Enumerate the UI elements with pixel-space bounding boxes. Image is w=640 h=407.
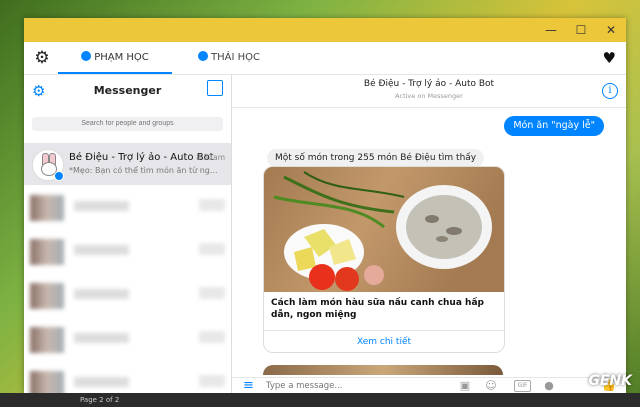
sidebar-title: Messenger	[93, 84, 162, 97]
title-bar: — ☐ ✕	[24, 18, 626, 42]
blurred-text	[74, 377, 129, 387]
taskbar: Page 2 of 2	[0, 393, 640, 407]
microphone-icon[interactable]: ●	[542, 379, 556, 393]
blurred-avatar	[30, 371, 64, 393]
messenger-icon	[198, 51, 208, 61]
image-icon[interactable]: ▣	[458, 379, 472, 393]
message-input[interactable]	[266, 380, 446, 392]
search-input[interactable]	[32, 117, 223, 131]
blurred-text	[74, 333, 129, 343]
next-card-peek[interactable]	[263, 365, 503, 375]
compose-icon[interactable]	[207, 80, 223, 96]
blurred-text	[74, 201, 129, 211]
blurred-time	[199, 243, 225, 255]
food-photo	[264, 167, 504, 292]
blurred-time	[199, 331, 225, 343]
blurred-time	[199, 199, 225, 211]
blurred-avatar	[30, 327, 64, 353]
minimize-button[interactable]: —	[536, 18, 566, 42]
list-item[interactable]	[24, 363, 231, 393]
tab-pham-hoc[interactable]: PHẠM HỌC	[58, 42, 172, 74]
maximize-button[interactable]: ☐	[566, 18, 596, 42]
blurred-time	[199, 287, 225, 299]
menu-icon[interactable]: ≡	[243, 378, 254, 394]
conversation-name: Bé Điệu - Trợ lý ảo - Auto Bot	[69, 152, 214, 163]
tab-label: PHẠM HỌC	[94, 52, 149, 63]
conversation-time: 8:31am	[196, 153, 225, 162]
messenger-icon	[81, 51, 92, 61]
conversation-sidebar: ⚙ Messenger Bé Điệu - Trợ lý ảo - Auto B…	[24, 75, 232, 393]
blurred-avatar	[30, 283, 64, 309]
gif-button[interactable]: GIF	[514, 380, 531, 392]
blurred-avatar	[30, 239, 64, 265]
blurred-text	[74, 289, 129, 299]
chat-contact-status: Active on Messenger	[395, 92, 463, 100]
close-button[interactable]: ✕	[596, 18, 626, 42]
view-details-link[interactable]: Xem chi tiết	[264, 330, 504, 352]
conversation-preview: *Mẹo: Bạn có thể tìm món ăn từ ng...	[69, 166, 218, 175]
info-icon[interactable]: i	[602, 83, 618, 99]
gear-icon[interactable]: ⚙	[32, 48, 52, 68]
taskbar-status: Page 2 of 2	[80, 396, 120, 404]
account-tab-bar: ⚙ PHẠM HỌC THÁI HỌC ♥	[24, 42, 626, 75]
watermark-logo: GENK	[588, 373, 632, 389]
conversation-item-active[interactable]: Bé Điệu - Trợ lý ảo - Auto Bot 8:31am *M…	[24, 143, 231, 185]
list-item[interactable]	[24, 319, 231, 359]
tab-thai-hoc[interactable]: THÁI HỌC	[172, 42, 286, 74]
messenger-badge-icon	[54, 171, 64, 181]
chat-panel: Bé Điệu - Trợ lý ảo - Auto Bot Active on…	[232, 75, 626, 394]
incoming-message: Một số món trong 255 món Bé Điệu tìm thấ…	[267, 149, 485, 167]
blurred-avatar	[30, 195, 64, 221]
list-item[interactable]	[24, 275, 231, 315]
recipe-title: Cách làm món hàu sữa nấu canh chua hấp d…	[271, 298, 484, 320]
tab-label: THÁI HỌC	[211, 52, 260, 63]
list-item[interactable]	[24, 187, 231, 227]
sidebar-header: ⚙ Messenger	[24, 75, 231, 107]
messenger-window: — ☐ ✕ ⚙ PHẠM HỌC THÁI HỌC ♥ ⚙ Messenger …	[24, 18, 626, 394]
list-item[interactable]	[24, 231, 231, 271]
chat-header: Bé Điệu - Trợ lý ảo - Auto Bot Active on…	[232, 75, 626, 108]
recipe-card[interactable]: Cách làm món hàu sữa nấu canh chua hấp d…	[263, 166, 505, 353]
compose-bar: ≡ ▣ ☺ GIF ● 👍	[232, 377, 626, 394]
chat-contact-name: Bé Điệu - Trợ lý ảo - Auto Bot	[363, 79, 495, 89]
blurred-time	[199, 375, 225, 387]
emoji-icon[interactable]: ☺	[484, 379, 498, 393]
blurred-text	[74, 245, 129, 255]
outgoing-message: Món ăn "ngày lễ"	[504, 116, 604, 136]
heart-icon[interactable]: ♥	[603, 49, 616, 67]
recipe-image	[264, 167, 504, 292]
